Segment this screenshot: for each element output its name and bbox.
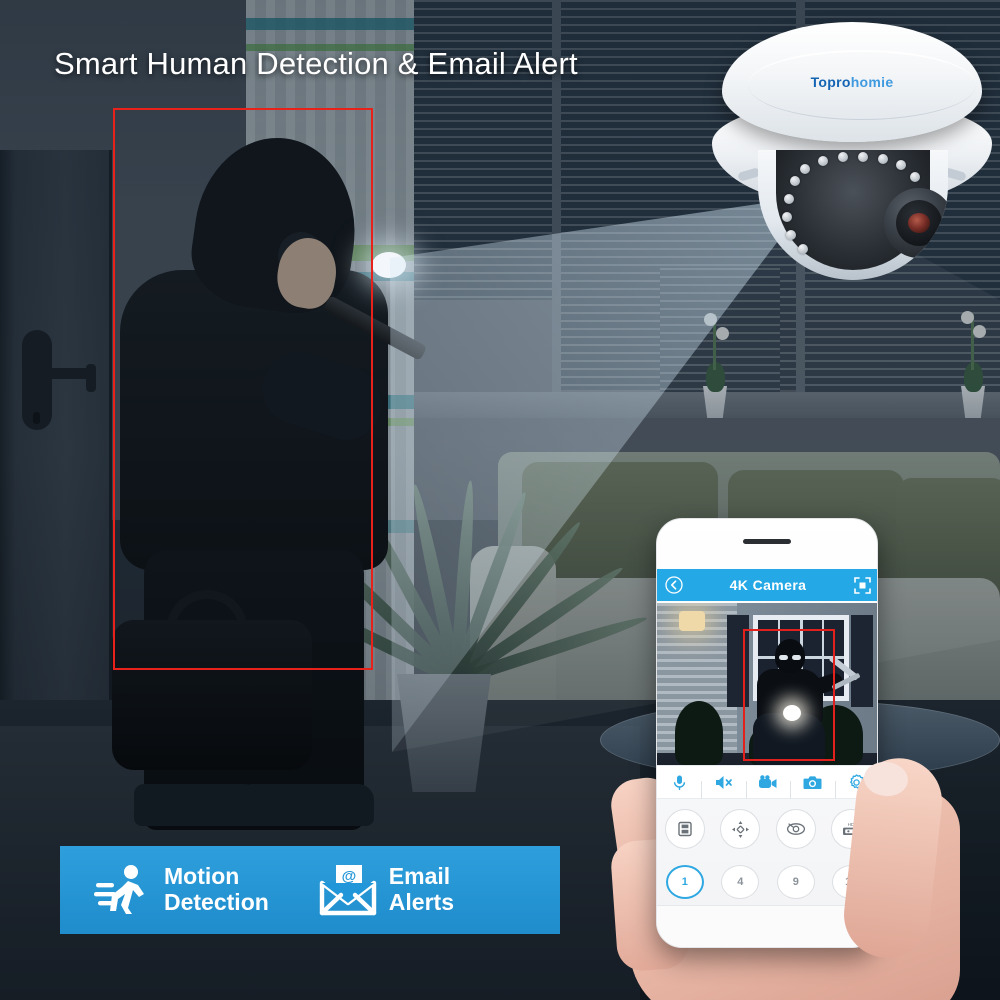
- camera-brand-logo: Toprohomie: [712, 74, 992, 90]
- running-person-icon: [94, 865, 144, 914]
- mute-button[interactable]: [701, 774, 745, 799]
- talk-button[interactable]: [657, 774, 701, 791]
- playback-film-icon: [678, 821, 692, 837]
- feature-label: Email Alerts: [388, 863, 454, 916]
- video-record-icon: [759, 774, 777, 788]
- snapshot-button[interactable]: [790, 774, 834, 799]
- feature-motion-detection: Motion Detection: [94, 861, 269, 919]
- camera-lens: [884, 188, 948, 258]
- feature-line-2: Alerts: [388, 889, 454, 915]
- back-button[interactable]: [657, 576, 691, 594]
- app-header-bar: 4K Camera: [657, 569, 877, 601]
- playback-button[interactable]: [664, 809, 705, 849]
- smartphone: 4K Camera HD 1 4 9: [656, 518, 878, 948]
- split-screen-selector: 1 4 9 16: [657, 865, 877, 899]
- flashlight-glow: [372, 252, 406, 278]
- preset-button[interactable]: [775, 809, 816, 849]
- live-video-feed[interactable]: [657, 603, 877, 765]
- app-toolbar: [657, 765, 877, 799]
- brand-name-secondary: homie: [850, 74, 894, 90]
- ptz-button[interactable]: [720, 809, 761, 849]
- split-option-9[interactable]: 9: [776, 865, 815, 899]
- chevron-left-circle-icon: [665, 576, 683, 594]
- fullscreen-expand-icon: [853, 576, 871, 594]
- app-title: 4K Camera: [729, 577, 807, 593]
- speaker-mute-icon: [716, 775, 732, 789]
- svg-text:@: @: [341, 868, 356, 885]
- feature-email-alerts: @ Email Alerts: [319, 863, 454, 917]
- brand-name-primary: Topro: [810, 74, 851, 90]
- split-option-1[interactable]: 1: [665, 865, 704, 899]
- feature-line-1: Email: [388, 863, 451, 890]
- feature-line-1: Motion: [164, 863, 240, 890]
- camera-dome-cover: [758, 150, 948, 280]
- control-row-primary: HD: [657, 809, 877, 849]
- camera-inner-module: [776, 150, 948, 270]
- snapshot-camera-icon: [803, 775, 822, 789]
- fullscreen-button[interactable]: [845, 576, 877, 594]
- shrub: [675, 701, 723, 765]
- product-marketing-image: Smart Human Detection & Email Alert Topr…: [0, 0, 1000, 1000]
- feature-label: Motion Detection: [164, 863, 269, 916]
- camera-lens-core: [908, 213, 930, 233]
- ptz-directional-icon: [731, 820, 749, 838]
- record-button[interactable]: [745, 774, 790, 799]
- preset-eye-icon: [786, 823, 805, 835]
- email-at-envelope-icon: @: [319, 865, 376, 916]
- window-shutter: [851, 615, 873, 707]
- earpiece-speaker: [743, 539, 791, 544]
- app-detection-box: [743, 629, 835, 761]
- human-detection-box: [113, 108, 373, 670]
- feature-banner: Motion Detection @ Email Alerts: [60, 846, 560, 934]
- page-title: Smart Human Detection & Email Alert: [54, 46, 578, 81]
- dome-camera-product: Toprohomie: [712, 22, 992, 284]
- microphone-icon: [673, 775, 685, 790]
- split-option-4[interactable]: 4: [721, 865, 760, 899]
- porch-light: [679, 611, 705, 631]
- intruder-shoe: [242, 784, 374, 826]
- feature-line-2: Detection: [164, 889, 269, 915]
- camera-lens-mid: [896, 200, 942, 246]
